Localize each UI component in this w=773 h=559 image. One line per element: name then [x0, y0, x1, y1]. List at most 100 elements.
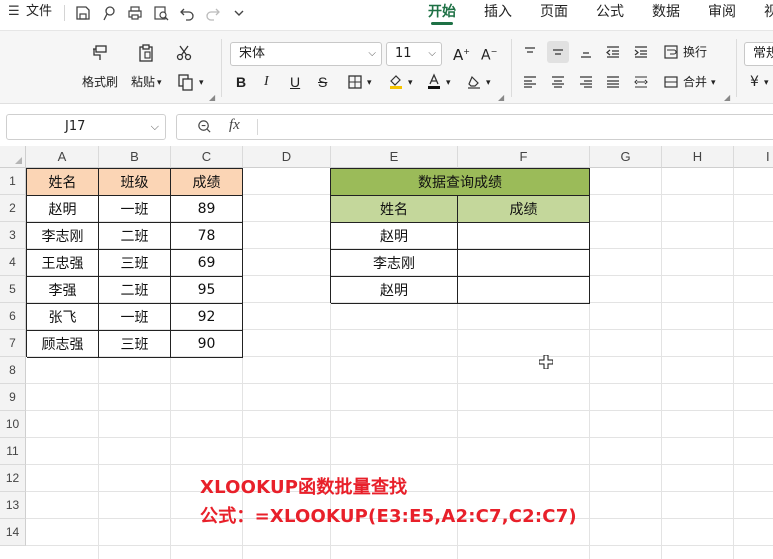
- column-header-b[interactable]: B: [99, 146, 171, 168]
- chevron-down-icon[interactable]: ▾: [764, 76, 769, 90]
- chevron-down-icon[interactable]: ▾: [711, 76, 716, 90]
- increase-font-icon[interactable]: A+: [453, 45, 470, 63]
- row-header[interactable]: 12: [0, 465, 26, 492]
- row-header[interactable]: 13: [0, 492, 26, 519]
- copy-icon[interactable]: [174, 71, 198, 93]
- column-header-e[interactable]: E: [331, 146, 458, 168]
- strikethrough-icon[interactable]: S: [318, 75, 327, 89]
- decrease-indent-icon[interactable]: [604, 43, 622, 61]
- row-header[interactable]: 11: [0, 438, 26, 465]
- row-header[interactable]: 14: [0, 519, 26, 546]
- paste-icon[interactable]: [134, 41, 158, 65]
- table-cell[interactable]: 89: [171, 196, 243, 223]
- spreadsheet-grid[interactable]: A B C D E F G H I 1 2 3 4 5 6 7 8 9 10 1…: [0, 146, 773, 559]
- merge-cells-icon[interactable]: [662, 73, 680, 91]
- table-cell[interactable]: 二班: [99, 223, 171, 250]
- row-header[interactable]: 5: [0, 276, 26, 303]
- lookup-title-cell[interactable]: 数据查询成绩: [331, 169, 590, 196]
- increase-indent-icon[interactable]: [632, 43, 650, 61]
- print-preview-icon[interactable]: [151, 3, 171, 23]
- underline-icon[interactable]: U: [290, 75, 300, 89]
- table-cell[interactable]: [458, 223, 590, 250]
- row-header[interactable]: 6: [0, 303, 26, 330]
- table-header-cell[interactable]: 姓名: [27, 169, 99, 196]
- distributed-icon[interactable]: [632, 73, 650, 91]
- paste-label[interactable]: 粘贴: [131, 75, 155, 89]
- justify-icon[interactable]: [604, 73, 622, 91]
- bold-icon[interactable]: B: [236, 75, 246, 89]
- align-left-icon[interactable]: [521, 73, 539, 91]
- tab-page[interactable]: 页面: [540, 3, 568, 21]
- column-header-g[interactable]: G: [590, 146, 662, 168]
- table-cell[interactable]: 69: [171, 250, 243, 277]
- decrease-font-icon[interactable]: A−: [481, 45, 497, 63]
- print-icon[interactable]: [125, 3, 145, 23]
- row-header[interactable]: 4: [0, 249, 26, 276]
- column-header-i[interactable]: I: [734, 146, 773, 168]
- paste-chevron-icon[interactable]: ▾: [157, 76, 162, 90]
- table-header-cell[interactable]: 姓名: [331, 196, 458, 223]
- table-cell[interactable]: 90: [171, 331, 243, 358]
- table-cell[interactable]: 一班: [99, 196, 171, 223]
- clipboard-launcher-icon[interactable]: ◢: [209, 93, 215, 102]
- row-header[interactable]: 2: [0, 195, 26, 222]
- table-cell[interactable]: 王忠强: [27, 250, 99, 277]
- align-top-icon[interactable]: [521, 43, 539, 61]
- table-cell[interactable]: 李志刚: [331, 250, 458, 277]
- tab-data[interactable]: 数据: [652, 3, 680, 21]
- redo-icon[interactable]: [203, 3, 223, 23]
- column-header-f[interactable]: F: [458, 146, 590, 168]
- table-cell[interactable]: 一班: [99, 304, 171, 331]
- fill-color-icon[interactable]: [386, 71, 406, 91]
- tab-view[interactable]: 视: [764, 3, 773, 21]
- wrap-text-icon[interactable]: [662, 43, 680, 61]
- currency-icon[interactable]: ¥: [750, 75, 759, 89]
- cut-icon[interactable]: [172, 41, 196, 65]
- table-cell[interactable]: 顾志强: [27, 331, 99, 358]
- column-header-h[interactable]: H: [662, 146, 734, 168]
- name-box[interactable]: J17 ⌵: [6, 114, 166, 140]
- zoom-icon[interactable]: [197, 119, 212, 138]
- chevron-down-icon[interactable]: ▾: [486, 76, 491, 90]
- formula-input[interactable]: fx: [176, 114, 773, 140]
- table-cell[interactable]: 李志刚: [27, 223, 99, 250]
- table-cell[interactable]: 赵明: [331, 277, 458, 304]
- table-cell[interactable]: 95: [171, 277, 243, 304]
- align-center-icon[interactable]: [549, 73, 567, 91]
- insert-function-icon[interactable]: fx: [229, 117, 240, 134]
- table-cell[interactable]: 二班: [99, 277, 171, 304]
- format-painter-label[interactable]: 格式刷: [82, 75, 118, 89]
- copy-chevron-icon[interactable]: ▾: [199, 76, 204, 90]
- italic-icon[interactable]: I: [264, 75, 269, 89]
- row-header[interactable]: 8: [0, 357, 26, 384]
- align-right-icon[interactable]: [577, 73, 595, 91]
- table-header-cell[interactable]: 班级: [99, 169, 171, 196]
- row-header[interactable]: 7: [0, 330, 26, 357]
- table-header-cell[interactable]: 成绩: [458, 196, 590, 223]
- table-cell[interactable]: 张飞: [27, 304, 99, 331]
- undo-icon[interactable]: [177, 3, 197, 23]
- column-header-c[interactable]: C: [171, 146, 243, 168]
- row-header[interactable]: 1: [0, 168, 26, 195]
- file-menu[interactable]: 文件: [26, 4, 52, 20]
- row-header[interactable]: 9: [0, 384, 26, 411]
- save-icon[interactable]: [73, 3, 93, 23]
- format-painter-icon[interactable]: [88, 41, 112, 65]
- export-pdf-icon[interactable]: [99, 3, 119, 23]
- table-cell[interactable]: 三班: [99, 250, 171, 277]
- row-header[interactable]: 10: [0, 411, 26, 438]
- table-header-cell[interactable]: 成绩: [171, 169, 243, 196]
- table-cell[interactable]: 78: [171, 223, 243, 250]
- chevron-down-icon[interactable]: ▾: [367, 76, 372, 90]
- wrap-text-label[interactable]: 换行: [683, 45, 707, 59]
- tab-insert[interactable]: 插入: [484, 3, 512, 21]
- number-format-select[interactable]: 常规: [744, 42, 773, 66]
- table-cell[interactable]: [458, 250, 590, 277]
- row-header[interactable]: 3: [0, 222, 26, 249]
- table-cell[interactable]: 赵明: [331, 223, 458, 250]
- main-menu-icon[interactable]: ☰: [8, 4, 24, 20]
- table-cell[interactable]: 赵明: [27, 196, 99, 223]
- align-middle-icon[interactable]: [547, 41, 569, 63]
- table-cell[interactable]: [458, 277, 590, 304]
- chevron-down-icon[interactable]: ▾: [408, 76, 413, 90]
